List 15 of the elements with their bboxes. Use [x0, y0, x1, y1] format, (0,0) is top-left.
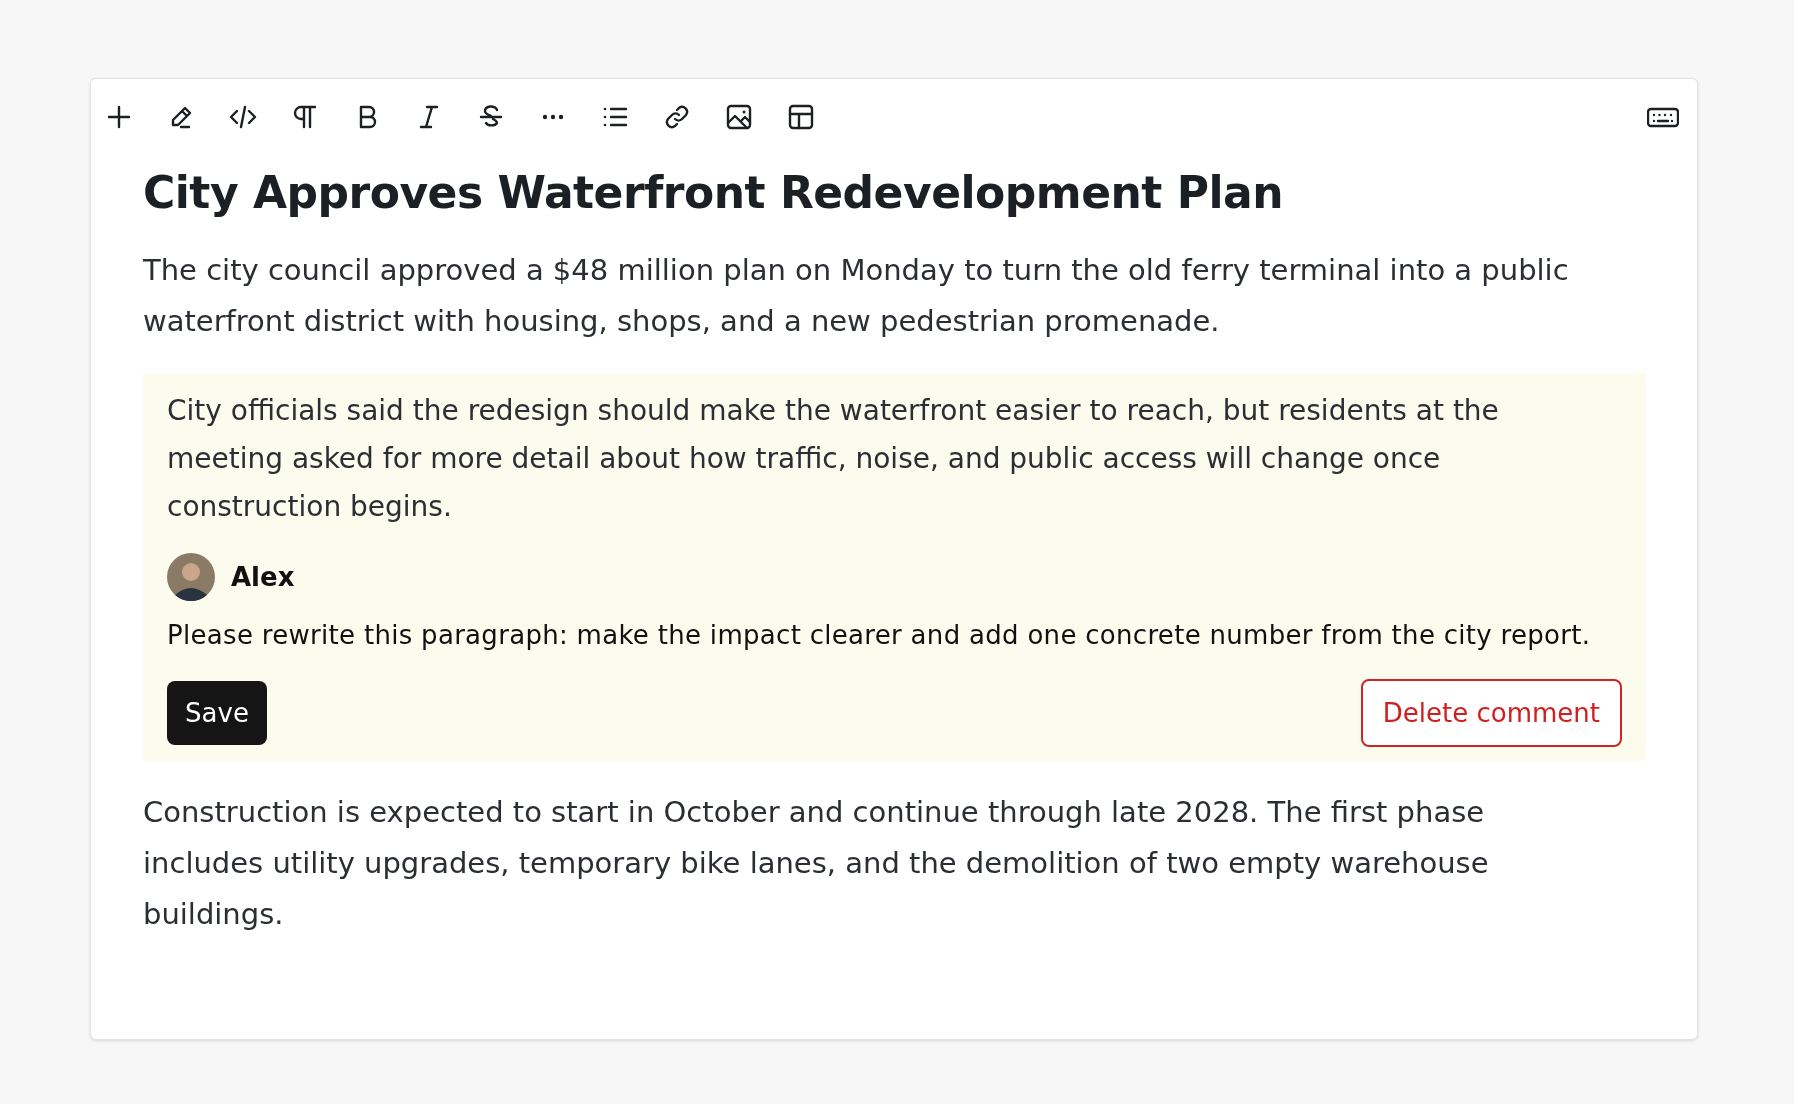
- pilcrow-icon[interactable]: [291, 103, 319, 131]
- article-paragraph: Construction is expected to start in October and continue through late 2028. The first phase includes utility upgrades, temporary bike lanes, and the demolition of two empty warehouse buildings.: [143, 794, 1490, 933]
- commented-paragraph: City officials said the redesign should make the waterfront easier to reach, but residents at the meeting asked for more detail about how traffic, noise, and public access will change once construction begins.: [167, 393, 1500, 525]
- save-button[interactable]: Save: [167, 681, 267, 745]
- code-icon[interactable]: [229, 103, 257, 131]
- plus-icon[interactable]: [105, 103, 133, 131]
- image-icon[interactable]: [725, 103, 753, 131]
- avatar-icon: [167, 553, 215, 601]
- table-icon[interactable]: [787, 103, 815, 131]
- delete-comment-button[interactable]: Delete comment: [1360, 679, 1622, 747]
- article-title: City Approves Waterfront Redevelopment Plan: [143, 166, 1284, 220]
- comment-text: Please rewrite this paragraph: make the impact clearer and add one concrete number from the city report.: [167, 619, 1592, 652]
- link-icon[interactable]: [663, 103, 691, 131]
- article-paragraph: The city council approved a $48 million plan on Monday to turn the old ferry terminal into a public waterfront district with housing, shops, and a new pedestrian promenade.: [143, 252, 1570, 340]
- comment-author: Alex: [231, 560, 295, 594]
